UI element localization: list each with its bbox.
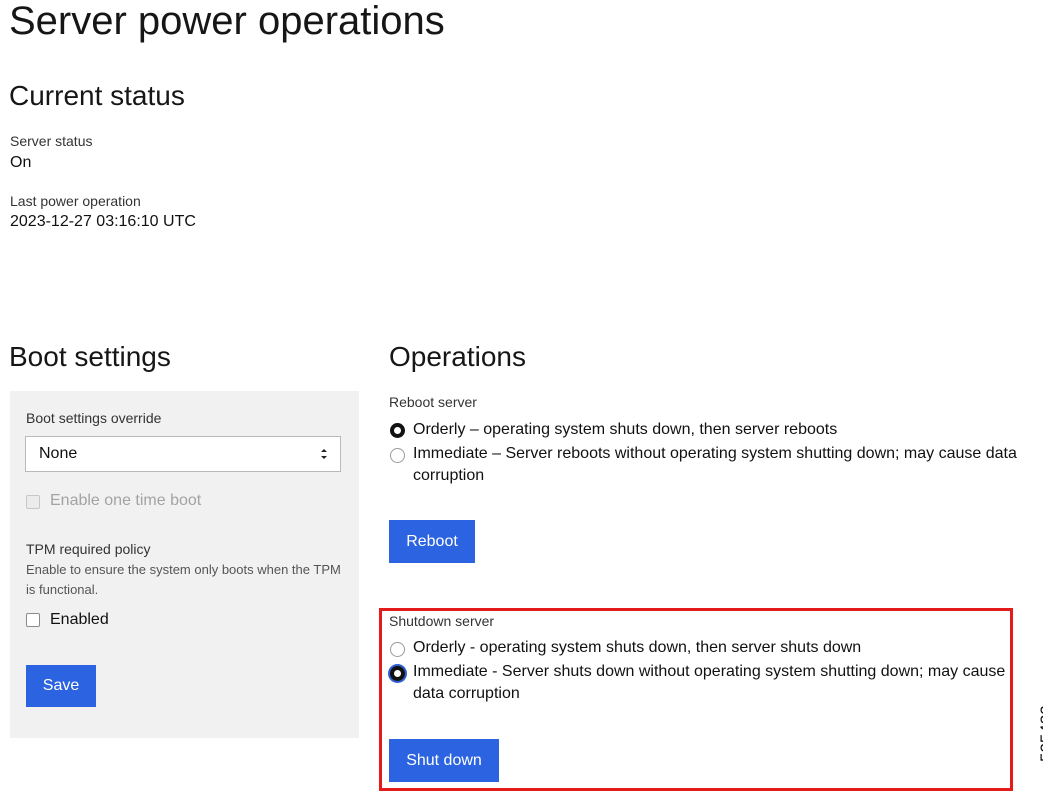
tpm-policy-label: TPM required policy [26,541,151,557]
shutdown-immediate-label: Immediate - Server shuts down without op… [413,663,1006,702]
reboot-orderly-radio[interactable] [390,423,405,438]
reboot-server-label: Reboot server [389,394,477,410]
one-time-boot-checkbox[interactable] [26,495,40,509]
last-power-operation-value: 2023-12-27 03:16:10 UTC [10,213,196,230]
current-status-heading: Current status [9,80,185,111]
one-time-boot-label: Enable one time boot [50,492,202,509]
reboot-immediate-label: Immediate – Server reboots without opera… [413,445,1017,484]
server-status-label: Server status [10,133,93,149]
boot-override-label: Boot settings override [26,410,162,426]
boot-settings-heading: Boot settings [9,341,171,372]
tpm-enabled-checkbox[interactable] [26,613,40,627]
save-button[interactable]: Save [26,665,96,707]
boot-settings-panel: Boot settings override None Enable one t… [10,391,359,738]
tpm-policy-help-text: Enable to ensure the system only boots w… [26,562,341,597]
reboot-orderly-label: Orderly – operating system shuts down, t… [413,421,838,438]
select-arrows-icon [321,449,327,459]
operations-heading: Operations [389,341,526,372]
shutdown-orderly-radio[interactable] [390,642,405,657]
shut-down-button[interactable]: Shut down [389,739,499,782]
boot-override-selected-value: None [39,445,78,462]
shutdown-orderly-label: Orderly - operating system shuts down, t… [413,639,862,656]
shutdown-immediate-radio[interactable] [390,666,405,681]
last-power-operation-label: Last power operation [10,193,141,209]
page-title: Server power operations [9,0,445,43]
tpm-enabled-label: Enabled [50,611,109,628]
server-status-value: On [10,154,32,171]
figure-id: 525432 [1037,705,1043,762]
boot-override-select[interactable]: None [25,436,341,472]
reboot-button[interactable]: Reboot [389,520,475,563]
shutdown-server-label: Shutdown server [389,613,495,629]
reboot-immediate-radio[interactable] [390,448,405,463]
